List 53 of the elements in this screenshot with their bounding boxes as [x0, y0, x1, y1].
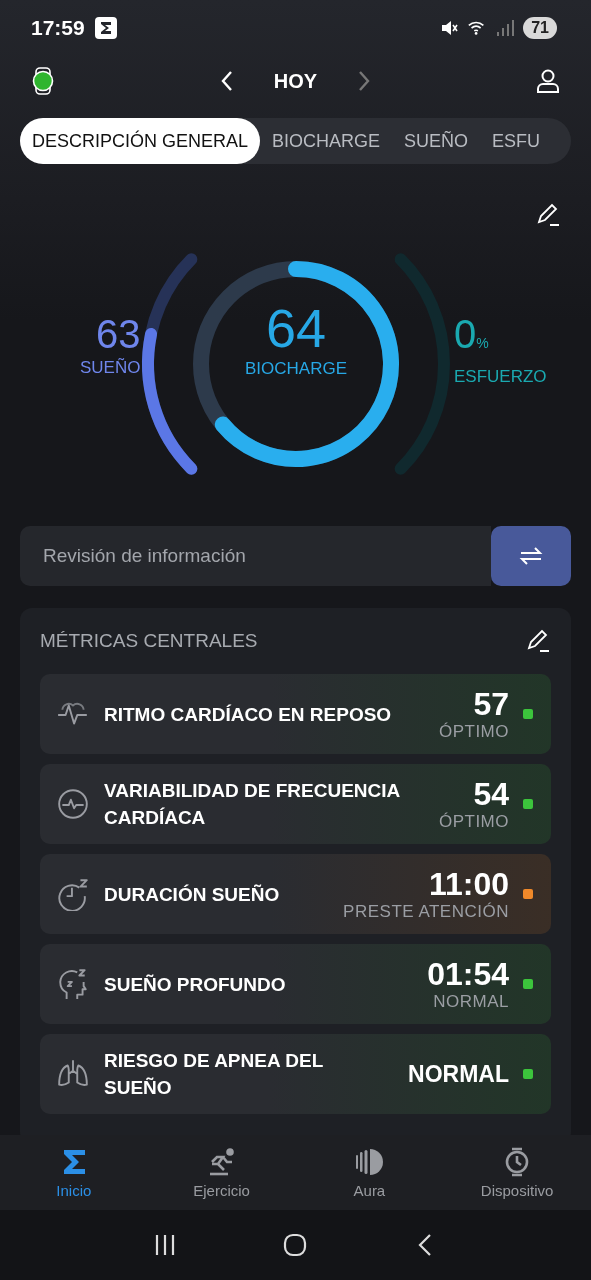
nav-tab[interactable]: Dispositivo — [443, 1135, 591, 1210]
heartbeat-circle-icon — [56, 787, 90, 821]
tab[interactable]: BIOCHARGE — [260, 118, 393, 164]
effort-score: 0% — [454, 312, 489, 358]
sleep-label: SUEÑO — [80, 358, 141, 378]
nav-tab[interactable]: Inicio — [0, 1135, 148, 1210]
mute-icon — [439, 18, 460, 38]
metric-label: DURACIÓN SUEÑO — [104, 882, 281, 907]
watch-status-icon[interactable] — [30, 67, 56, 95]
next-day-icon[interactable] — [357, 70, 372, 92]
metric-label: SUEÑO PROFUNDO — [104, 972, 287, 997]
metric-row[interactable]: VARIABILIDAD DE FRECUENCIA CARDÍACA 54 ÓPTIMO — [40, 764, 551, 844]
metric-row[interactable]: SUEÑO PROFUNDO 01:54 NORMAL — [40, 944, 551, 1024]
metric-status: PRESTE ATENCIÓN — [343, 902, 509, 922]
edit-icon[interactable] — [525, 628, 551, 654]
metric-value: 01:54 — [427, 956, 509, 992]
metric-status: ÓPTIMO — [438, 722, 509, 742]
metric-row[interactable]: RITMO CARDÍACO EN REPOSO 57 ÓPTIMO — [40, 674, 551, 754]
signal-icon — [495, 18, 516, 38]
date-title: HOY — [273, 69, 318, 93]
metric-label: RIESGO DE APNEA DEL SUEÑO — [104, 1049, 324, 1100]
metric-value: 11:00 — [428, 866, 509, 902]
profile-icon[interactable] — [535, 67, 561, 95]
sleep-score: 63 — [95, 312, 141, 356]
tab[interactable]: DESCRIPCIÓN GENERAL — [20, 118, 261, 164]
nav-tab[interactable]: Ejercicio — [147, 1135, 296, 1210]
nav-tab[interactable]: Aura — [295, 1135, 444, 1210]
sleeping-head-icon — [56, 967, 90, 1001]
effort-label: ESFUERZO — [454, 367, 547, 387]
metric-value: NORMAL — [408, 1060, 509, 1089]
battery-indicator: 71 — [523, 17, 557, 39]
swap-button[interactable] — [491, 526, 571, 586]
sound-wave-icon — [353, 1146, 386, 1178]
home-icon[interactable] — [283, 1233, 308, 1257]
edit-icon[interactable] — [535, 202, 561, 228]
metric-label: RITMO CARDÍACO EN REPOSO — [104, 702, 393, 727]
metric-status: ÓPTIMO — [438, 812, 509, 832]
sleep-clock-icon — [56, 877, 90, 911]
tab[interactable]: ESFU — [480, 118, 553, 164]
card-title: MÉTRICAS CENTRALES — [40, 630, 258, 652]
metric-value: 57 — [473, 686, 509, 722]
app-notification-icon — [94, 17, 117, 39]
biocharge-label: BIOCHARGE — [245, 359, 347, 379]
metric-label: VARIABILIDAD DE FRECUENCIA CARDÍACA — [104, 779, 401, 830]
metric-row[interactable]: DURACIÓN SUEÑO 11:00 PRESTE ATENCIÓN — [40, 854, 551, 934]
metric-value: 54 — [473, 776, 509, 812]
metric-row[interactable]: RIESGO DE APNEA DEL SUEÑO NORMAL — [40, 1034, 551, 1114]
status-time: 17:59 — [31, 16, 85, 40]
tab[interactable]: SUEÑO — [392, 118, 481, 164]
previous-day-icon[interactable] — [219, 70, 234, 92]
metric-status: NORMAL — [433, 992, 509, 1012]
info-review-field[interactable]: Revisión de información — [20, 526, 491, 586]
biocharge-score: 64 — [265, 299, 327, 357]
